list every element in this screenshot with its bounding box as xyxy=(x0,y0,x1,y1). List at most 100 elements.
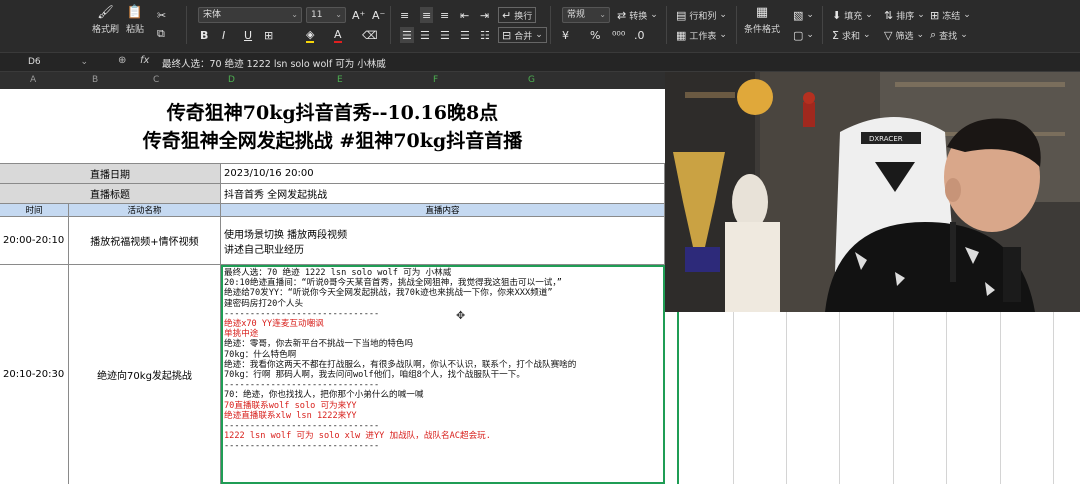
decimal-icon: .0 xyxy=(634,28,645,42)
row1-activity-cell[interactable]: 播放祝福视频+情怀视频 xyxy=(69,217,221,264)
fill-bucket-icon: ◈ xyxy=(306,27,315,43)
fill-button[interactable]: ⬇ 填充 ⌄ xyxy=(832,7,873,23)
align-center-button[interactable]: ☰ xyxy=(420,27,430,43)
cut-button[interactable]: ✂ xyxy=(157,7,166,23)
header-content-cell[interactable]: 直播内容 xyxy=(221,204,665,216)
align-bottom-button[interactable]: ≡ xyxy=(440,7,449,23)
live-title-value-cell[interactable]: 抖音首秀 全网发起挑战 xyxy=(221,184,665,203)
column-header-f[interactable]: F xyxy=(433,75,438,85)
row1-time-cell[interactable]: 20:00-20:10 xyxy=(0,217,69,264)
align-bottom-icon: ≡ xyxy=(440,8,450,22)
fill-icon: ⬇ xyxy=(832,8,842,22)
sort-icon: ⇅ xyxy=(884,8,894,22)
chevron-down-icon: ⌄ xyxy=(80,57,88,67)
justify-button[interactable]: ☰ xyxy=(460,27,470,43)
freeze-button[interactable]: ⊞ 冻结 ⌄ xyxy=(930,7,971,23)
distribute-button[interactable]: ☷ xyxy=(480,27,490,43)
indent-button[interactable]: ⇤ xyxy=(460,7,469,23)
cond-format-button[interactable]: ▦ 条件格式 xyxy=(744,4,780,36)
sigma-icon: Σ xyxy=(832,28,839,42)
chevron-down-icon: ⌄ xyxy=(862,30,871,40)
chevron-down-icon: ⌄ xyxy=(916,30,925,40)
currency-button[interactable]: ¥ xyxy=(562,27,569,43)
row1-content-cell[interactable]: 使用场景切换 播放两段视频 讲述自己职业经历 xyxy=(221,217,665,264)
cond-format-icon: ▦ xyxy=(755,4,769,20)
column-header-e[interactable]: E xyxy=(337,75,343,85)
column-headers: A B C D E F G xyxy=(0,72,665,89)
column-header-d[interactable]: D xyxy=(228,75,235,85)
sum-button[interactable]: Σ 求和 ⌄ xyxy=(832,27,871,43)
column-header-c[interactable]: C xyxy=(153,75,159,85)
name-box[interactable]: D6 ⌄ xyxy=(6,55,92,70)
align-left-button[interactable]: ☰ xyxy=(400,27,414,43)
underline-button[interactable]: U xyxy=(244,27,252,43)
header-time-cell[interactable]: 时间 xyxy=(0,204,69,216)
font-decrease-icon: A⁻ xyxy=(372,8,386,22)
row-col-button[interactable]: ▤ 行和列 ⌄ xyxy=(676,7,727,23)
live-title-label-cell[interactable]: 直播标题 xyxy=(0,184,221,203)
decrease-font-button[interactable]: A⁻ xyxy=(372,7,385,23)
border-button[interactable]: ⊞ xyxy=(264,27,273,43)
chair-brand-text: DXRACER xyxy=(869,135,903,143)
paste-button[interactable]: 📋 粘贴 xyxy=(126,4,144,36)
zoom-icon[interactable]: ⊕ xyxy=(118,55,126,66)
align-top-button[interactable]: ≡ xyxy=(400,7,409,23)
sheet-title-cell[interactable]: 传奇狙神70kg抖音首秀--10.16晚8点 传奇狙神全网发起挑战 #狙神70k… xyxy=(0,89,665,164)
content-line: 绝迹x70 YY连麦互动嘲讽 xyxy=(224,319,324,330)
wrap-text-button[interactable]: ↵ 换行 xyxy=(498,7,537,23)
date-label-cell[interactable]: 直播日期 xyxy=(0,164,221,183)
chevron-down-icon: ⌄ xyxy=(535,30,543,40)
sort-button[interactable]: ⇅ 排序 ⌄ xyxy=(884,7,925,23)
wrap-icon: ↵ xyxy=(502,8,512,22)
find-button[interactable]: ⌕ 查找 ⌄ xyxy=(930,27,968,43)
font-name-select[interactable]: 宋体 ⌄ xyxy=(198,7,302,23)
date-value-cell[interactable]: 2023/10/16 20:00 xyxy=(221,164,665,183)
chevron-down-icon: ⌄ xyxy=(291,10,298,19)
align-middle-button[interactable]: ≡ xyxy=(420,7,434,23)
decimal-button[interactable]: .0 xyxy=(634,27,645,43)
font-color-button[interactable]: A xyxy=(334,27,342,43)
italic-button[interactable]: I xyxy=(222,27,225,43)
worksheet-button[interactable]: ▦ 工作表 ⌄ xyxy=(676,27,727,43)
copy-button[interactable]: ⧉ xyxy=(157,26,165,42)
percent-button[interactable]: % xyxy=(590,27,600,43)
font-size-select[interactable]: 11 ⌄ xyxy=(306,7,346,23)
clear-format-button[interactable]: ⌫ xyxy=(362,27,378,43)
bold-button[interactable]: B xyxy=(200,27,208,43)
cell-style-button[interactable]: ▧ ⌄ xyxy=(793,7,814,23)
column-header-g[interactable]: G xyxy=(528,75,535,85)
fx-icon[interactable]: fx xyxy=(140,55,149,66)
sheet-empty-area[interactable] xyxy=(665,312,1080,484)
merge-button[interactable]: ⊟ 合并 ⌄ xyxy=(498,27,547,43)
formula-input[interactable]: 最终人选：70 绝迹 1222 lsn solo wolf 可为 小林威 xyxy=(162,56,386,70)
number-format-select[interactable]: 常规 ⌄ xyxy=(562,7,610,23)
chevron-down-icon: ⌄ xyxy=(917,10,925,20)
column-header-b[interactable]: B xyxy=(92,75,98,85)
justify-icon: ☰ xyxy=(460,28,470,42)
align-center-icon: ☰ xyxy=(420,28,430,42)
content-line: 70kg：行啊 那码人啊，我去问问wolf他们，咱组8个人，找个战服队干一下。 xyxy=(224,370,525,381)
freeze-icon: ⊞ xyxy=(930,8,940,22)
column-header-a[interactable]: A xyxy=(30,75,36,85)
align-top-icon: ≡ xyxy=(400,8,410,22)
increase-font-button[interactable]: A⁺ xyxy=(352,7,365,23)
row-col-icon: ▤ xyxy=(676,8,687,22)
filter-button[interactable]: ▽ 筛选 ⌄ xyxy=(884,27,924,43)
row2-time-cell[interactable]: 20:10-20:30 xyxy=(0,265,69,484)
chevron-down-icon: ⌄ xyxy=(960,30,968,40)
header-activity-cell[interactable]: 活动名称 xyxy=(69,204,221,216)
table-row: 直播日期 2023/10/16 20:00 xyxy=(0,164,665,184)
underline-icon: U xyxy=(244,28,253,42)
content-line: 绝迹直播联系xlw lsn 1222来YY xyxy=(224,410,357,421)
align-right-button[interactable]: ☰ xyxy=(440,27,450,43)
fill-color-button[interactable]: ◈ xyxy=(306,27,315,43)
convert-button[interactable]: ⇄ 转换 ⌄ xyxy=(617,7,658,23)
format-painter-button[interactable]: 🖌 格式刷 xyxy=(92,4,119,36)
row2-activity-cell[interactable]: 绝迹向70kg发起挑战 xyxy=(69,265,221,484)
formula-bar: D6 ⌄ ⊕ fx 最终人选：70 绝迹 1222 lsn solo wolf 可… xyxy=(0,52,1080,72)
thousands-button[interactable]: ⁰⁰⁰ xyxy=(612,27,625,43)
chevron-down-icon: ⌄ xyxy=(865,10,873,20)
chevron-down-icon: ⌄ xyxy=(599,10,606,19)
outdent-button[interactable]: ⇥ xyxy=(480,7,489,23)
table-style-button[interactable]: ▢ ⌄ xyxy=(793,27,814,43)
